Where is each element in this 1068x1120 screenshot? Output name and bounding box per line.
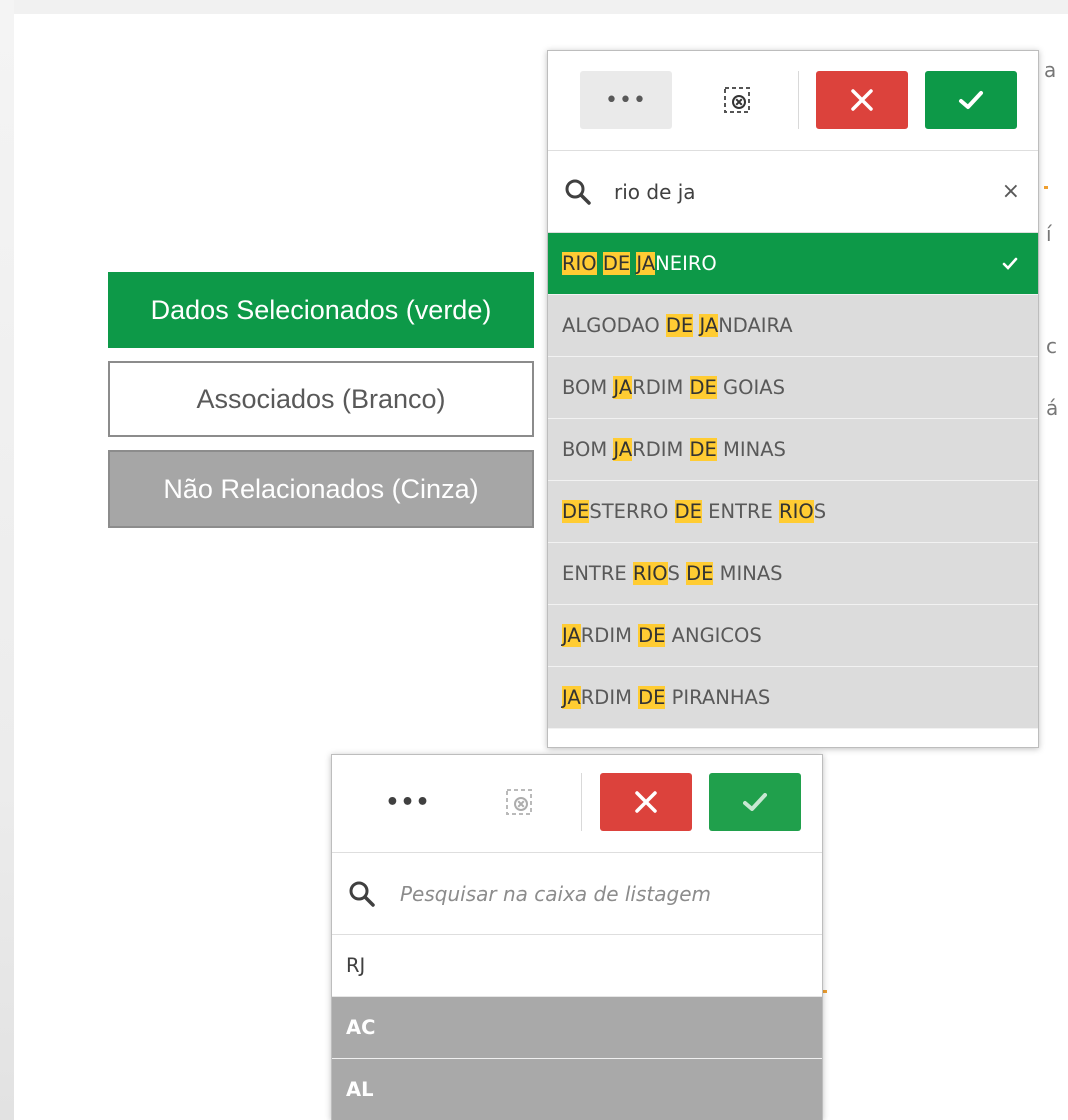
more-button[interactable]: •••: [580, 71, 672, 129]
legend-not-related: Não Relacionados (Cinza): [108, 450, 534, 528]
checkmark-icon: [743, 793, 767, 811]
list-item-text: MINAS: [716, 438, 786, 461]
list-item[interactable]: ENTRE RIO S DE MINAS: [548, 543, 1038, 605]
list-item-text: PIRANHAS: [665, 686, 771, 709]
page-left-strip: [0, 0, 14, 1120]
search-highlight: JA: [613, 438, 633, 461]
background-fragment: a: [1044, 58, 1057, 82]
list-item-text: ANGICOS: [665, 624, 762, 647]
clear-selection-button[interactable]: [710, 71, 764, 129]
search-bar[interactable]: Pesquisar na caixa de listagem: [332, 853, 822, 935]
list-item-text: STERRO: [589, 500, 675, 523]
search-highlight: DE: [562, 500, 590, 523]
list-item-text: BOM: [562, 438, 614, 461]
list-item[interactable]: BOM JA RDIM DE GOIAS: [548, 357, 1038, 419]
search-highlight: RIO: [779, 500, 814, 523]
clear-selection-button[interactable]: [492, 773, 546, 831]
search-highlight: DE: [665, 314, 694, 337]
clear-selection-icon: [506, 789, 532, 815]
search-highlight: DE: [638, 624, 666, 647]
list-item-text: NDAIRA: [718, 314, 793, 337]
list-item-text: RDIM: [580, 686, 639, 709]
checkmark-icon: [959, 91, 983, 109]
search-bar[interactable]: rio de ja ×: [548, 151, 1038, 233]
list-item-text: AC: [346, 1016, 376, 1039]
close-icon: [851, 89, 873, 111]
close-icon: [635, 791, 657, 813]
selection-toolbar: •••: [548, 51, 1038, 151]
list-item-text: BOM: [562, 376, 614, 399]
list-item-text: S: [813, 500, 827, 523]
background-fragment: á: [1046, 396, 1059, 420]
list-item[interactable]: ALGODAO DE JA NDAIRA: [548, 295, 1038, 357]
search-highlight: JA: [699, 314, 719, 337]
list-item[interactable]: JA RDIM DE PIRANHAS: [548, 667, 1038, 729]
background-fragment: í: [1046, 222, 1052, 246]
page-top-strip: [0, 0, 1068, 14]
search-input[interactable]: rio de ja: [614, 180, 696, 204]
toolbar-divider: [581, 773, 582, 831]
search-highlight: RIO: [562, 252, 597, 275]
search-icon: [349, 881, 375, 907]
list-item[interactable]: RIO DE JA NEIRO: [548, 233, 1038, 295]
list-item-text: S: [667, 562, 687, 585]
list-item-text: MINAS: [713, 562, 783, 585]
background-tick: [823, 990, 827, 993]
search-highlight: DE: [602, 252, 631, 275]
toolbar-divider: [798, 71, 799, 129]
list-item-text: RDIM: [580, 624, 639, 647]
confirm-selection-button[interactable]: [925, 71, 1017, 129]
state-listbox-popup: ••• Pesquisar na caixa de listagem RJ AC: [331, 754, 823, 1120]
more-button[interactable]: •••: [362, 773, 454, 831]
list-item[interactable]: BOM JA RDIM DE MINAS: [548, 419, 1038, 481]
search-highlight: DE: [674, 500, 702, 523]
list-item[interactable]: JA RDIM DE ANGICOS: [548, 605, 1038, 667]
background-tick: [1044, 186, 1048, 189]
city-list: RIO DE JA NEIRO ALGODAO DE JA NDAIRA BOM JA R…: [548, 233, 1038, 729]
search-icon: [565, 179, 591, 205]
search-highlight: JA: [613, 376, 633, 399]
search-highlight: JA: [562, 624, 581, 647]
list-item[interactable]: RJ: [332, 935, 822, 997]
search-highlight: JA: [636, 252, 656, 275]
city-listbox-popup: ••• rio de ja × RIO DE JA NEIRO ALGODAO …: [547, 50, 1039, 748]
selection-toolbar: •••: [332, 755, 822, 853]
search-highlight: DE: [638, 686, 666, 709]
list-item-text: ALGODAO: [562, 314, 666, 337]
list-item-text: RDIM: [632, 438, 690, 461]
clear-selection-icon: [724, 87, 750, 113]
state-list: RJ AC AL: [332, 935, 822, 1120]
clear-search-icon[interactable]: ×: [1002, 180, 1020, 203]
list-item-text: RJ: [346, 954, 366, 977]
checkmark-icon: [1002, 257, 1018, 270]
cancel-selection-button[interactable]: [816, 71, 908, 129]
search-highlight: DE: [689, 438, 717, 461]
cancel-selection-button[interactable]: [600, 773, 692, 831]
list-item-text: ENTRE: [562, 562, 633, 585]
list-item-text: RDIM: [632, 376, 690, 399]
list-item[interactable]: AL: [332, 1059, 822, 1120]
legend-selected: Dados Selecionados (verde): [108, 272, 534, 348]
confirm-selection-button[interactable]: [709, 773, 801, 831]
search-highlight: RIO: [632, 562, 668, 585]
list-item[interactable]: DE STERRO DE ENTRE RIO S: [548, 481, 1038, 543]
background-fragment: c: [1046, 334, 1057, 358]
list-item-text: GOIAS: [716, 376, 785, 399]
search-highlight: DE: [686, 562, 714, 585]
list-item[interactable]: AC: [332, 997, 822, 1059]
search-highlight: DE: [689, 376, 717, 399]
list-item-text: AL: [346, 1078, 374, 1101]
search-highlight: JA: [562, 686, 581, 709]
search-input[interactable]: Pesquisar na caixa de listagem: [400, 882, 711, 906]
list-item-text: ENTRE: [701, 500, 780, 523]
legend-associated: Associados (Branco): [108, 361, 534, 437]
list-item-text: NEIRO: [655, 252, 717, 275]
